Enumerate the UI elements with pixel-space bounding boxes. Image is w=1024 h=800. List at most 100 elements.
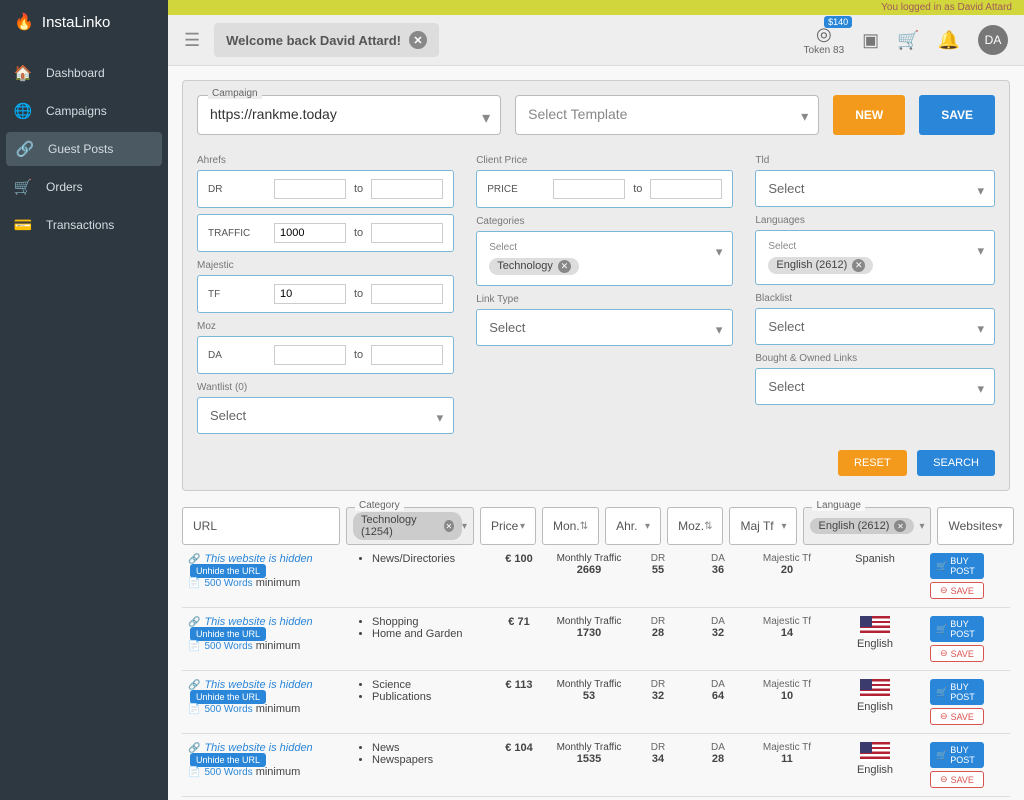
unhide-button[interactable]: Unhide the URL (190, 564, 266, 578)
th-websites[interactable]: Websites▾ (937, 507, 1013, 545)
save-row-button[interactable]: ⊖SAVE (930, 771, 984, 788)
save-row-button[interactable]: ⊖SAVE (930, 582, 984, 599)
doc-icon: 📄 (188, 641, 200, 652)
save-row-button[interactable]: ⊖SAVE (930, 708, 984, 725)
bought-select[interactable]: Select ▾ (755, 368, 995, 405)
reset-button[interactable]: RESET (838, 450, 907, 476)
logo: 🔥 InstaLinko (0, 0, 168, 44)
wallet-icon[interactable]: ▣ (862, 30, 879, 51)
languages-select[interactable]: Select English (2612) ✕ ▾ (755, 230, 995, 285)
price-cell: € 113 (488, 677, 550, 693)
bell-icon[interactable]: 🔔 (938, 30, 960, 51)
th-language[interactable]: Language English (2612)✕ ▾ (803, 507, 931, 545)
flag-icon (860, 742, 890, 762)
template-select[interactable]: Select Template ▾ (515, 95, 819, 135)
wantlist-select[interactable]: Select ▾ (197, 397, 454, 434)
th-moz[interactable]: Moz.⇅ (667, 507, 723, 545)
close-icon[interactable]: ✕ (409, 31, 427, 49)
cart-icon[interactable]: 🛒 (897, 30, 919, 51)
sidebar-item-campaigns[interactable]: 🌐 Campaigns (0, 92, 168, 130)
da-to-input[interactable] (371, 345, 443, 365)
minus-icon: ⊖ (940, 648, 948, 659)
words-link[interactable]: 500 Words (204, 704, 252, 715)
price-cell: € 104 (488, 740, 550, 756)
sidebar-item-dashboard[interactable]: 🏠Dashboard (0, 54, 168, 92)
th-monthly[interactable]: Mon.⇅ (542, 507, 599, 545)
th-price[interactable]: Price▾ (480, 507, 536, 545)
sidebar-item-transactions[interactable]: 💳Transactions (0, 206, 168, 244)
link-type-select[interactable]: Select ▾ (476, 309, 733, 346)
language-chip[interactable]: English (2612) ✕ (768, 257, 873, 274)
categories-cell: News/Directories (350, 551, 488, 567)
words-link[interactable]: 500 Words (204, 578, 252, 589)
moz-label: Moz (197, 321, 454, 332)
price-cell: € 100 (488, 551, 550, 567)
words-link[interactable]: 500 Words (204, 767, 252, 778)
dr-from-input[interactable] (274, 179, 346, 199)
th-url[interactable]: URL (182, 507, 340, 545)
table-row: 🔗This website is hidden Unhide the URL 📄… (182, 608, 1010, 671)
th-majestic[interactable]: Maj Tf▾ (729, 507, 797, 545)
nav-icon: 🌐 (14, 102, 32, 120)
chevron-down-icon: ▾ (781, 521, 786, 532)
buy-post-button[interactable]: 🛒BUY POST (930, 553, 984, 579)
chevron-down-icon: ▾ (520, 521, 525, 532)
da-from-input[interactable] (274, 345, 346, 365)
search-button[interactable]: SEARCH (917, 450, 995, 476)
menu-icon[interactable]: ☰ (184, 30, 200, 51)
table-row: 🔗This website is hidden Unhide the URL 📄… (182, 545, 1010, 608)
campaign-select[interactable]: Campaign https://rankme.today ▾ (197, 95, 501, 135)
buy-post-button[interactable]: 🛒BUY POST (930, 679, 984, 705)
table-row: 🔗This website is hidden Unhide the URL 📄… (182, 671, 1010, 734)
tld-select[interactable]: Select ▾ (755, 170, 995, 207)
buy-post-button[interactable]: 🛒BUY POST (930, 616, 984, 642)
category-chip[interactable]: Technology ✕ (489, 258, 579, 275)
save-button[interactable]: SAVE (919, 95, 995, 135)
cart-icon: 🛒 (936, 561, 947, 572)
tf-range: TF to (197, 275, 454, 313)
language-cell: Spanish (826, 551, 924, 567)
dr-cell: DR28 (628, 614, 688, 641)
words-link[interactable]: 500 Words (204, 641, 252, 652)
welcome-chip: Welcome back David Attard! ✕ (214, 23, 439, 57)
chevron-down-icon: ▾ (977, 381, 984, 397)
tf-to-input[interactable] (371, 284, 443, 304)
remove-chip-icon[interactable]: ✕ (852, 259, 865, 272)
ahrefs-label: Ahrefs (197, 155, 454, 166)
new-button[interactable]: NEW (833, 95, 905, 135)
th-ahrefs[interactable]: Ahr.▾ (605, 507, 661, 545)
link-type-label: Link Type (476, 294, 733, 305)
tf-from-input[interactable] (274, 284, 346, 304)
chevron-down-icon: ▾ (462, 521, 467, 532)
traffic-from-input[interactable] (274, 223, 346, 243)
remove-chip-icon[interactable]: ✕ (558, 260, 571, 273)
th-category[interactable]: Category Technology (1254)✕ ▾ (346, 507, 474, 545)
unhide-button[interactable]: Unhide the URL (190, 753, 266, 767)
dr-to-input[interactable] (371, 179, 443, 199)
unhide-button[interactable]: Unhide the URL (190, 627, 266, 641)
remove-chip-icon[interactable]: ✕ (444, 520, 454, 532)
categories-select[interactable]: Select Technology ✕ ▾ (476, 231, 733, 286)
traffic-to-input[interactable] (371, 223, 443, 243)
chevron-down-icon: ▾ (977, 183, 984, 199)
sidebar-item-guest-posts[interactable]: 🔗Guest Posts (6, 132, 162, 166)
price-to-input[interactable] (650, 179, 722, 199)
blacklist-select[interactable]: Select ▾ (755, 308, 995, 345)
cart-icon: 🛒 (936, 624, 947, 635)
remove-chip-icon[interactable]: ✕ (894, 520, 906, 532)
save-row-button[interactable]: ⊖SAVE (930, 645, 984, 662)
token-indicator[interactable]: ◎ Token 83 $140 (804, 24, 845, 56)
table-row: 🔗This website is hidden Unhide the URL 📄… (182, 734, 1010, 797)
languages-label: Languages (755, 215, 995, 226)
nav-label: Campaigns (46, 104, 107, 118)
sidebar-item-orders[interactable]: 🛒Orders (0, 168, 168, 206)
avatar[interactable]: DA (978, 25, 1008, 55)
doc-icon: 📄 (188, 578, 200, 589)
buy-post-button[interactable]: 🛒BUY POST (930, 742, 984, 768)
tld-label: Tld (755, 155, 995, 166)
maj-cell: Majestic Tf11 (748, 740, 826, 767)
unhide-button[interactable]: Unhide the URL (190, 690, 266, 704)
traffic-cell: Monthly Traffic2669 (550, 551, 628, 578)
price-from-input[interactable] (553, 179, 625, 199)
traffic-cell: Monthly Traffic1535 (550, 740, 628, 767)
